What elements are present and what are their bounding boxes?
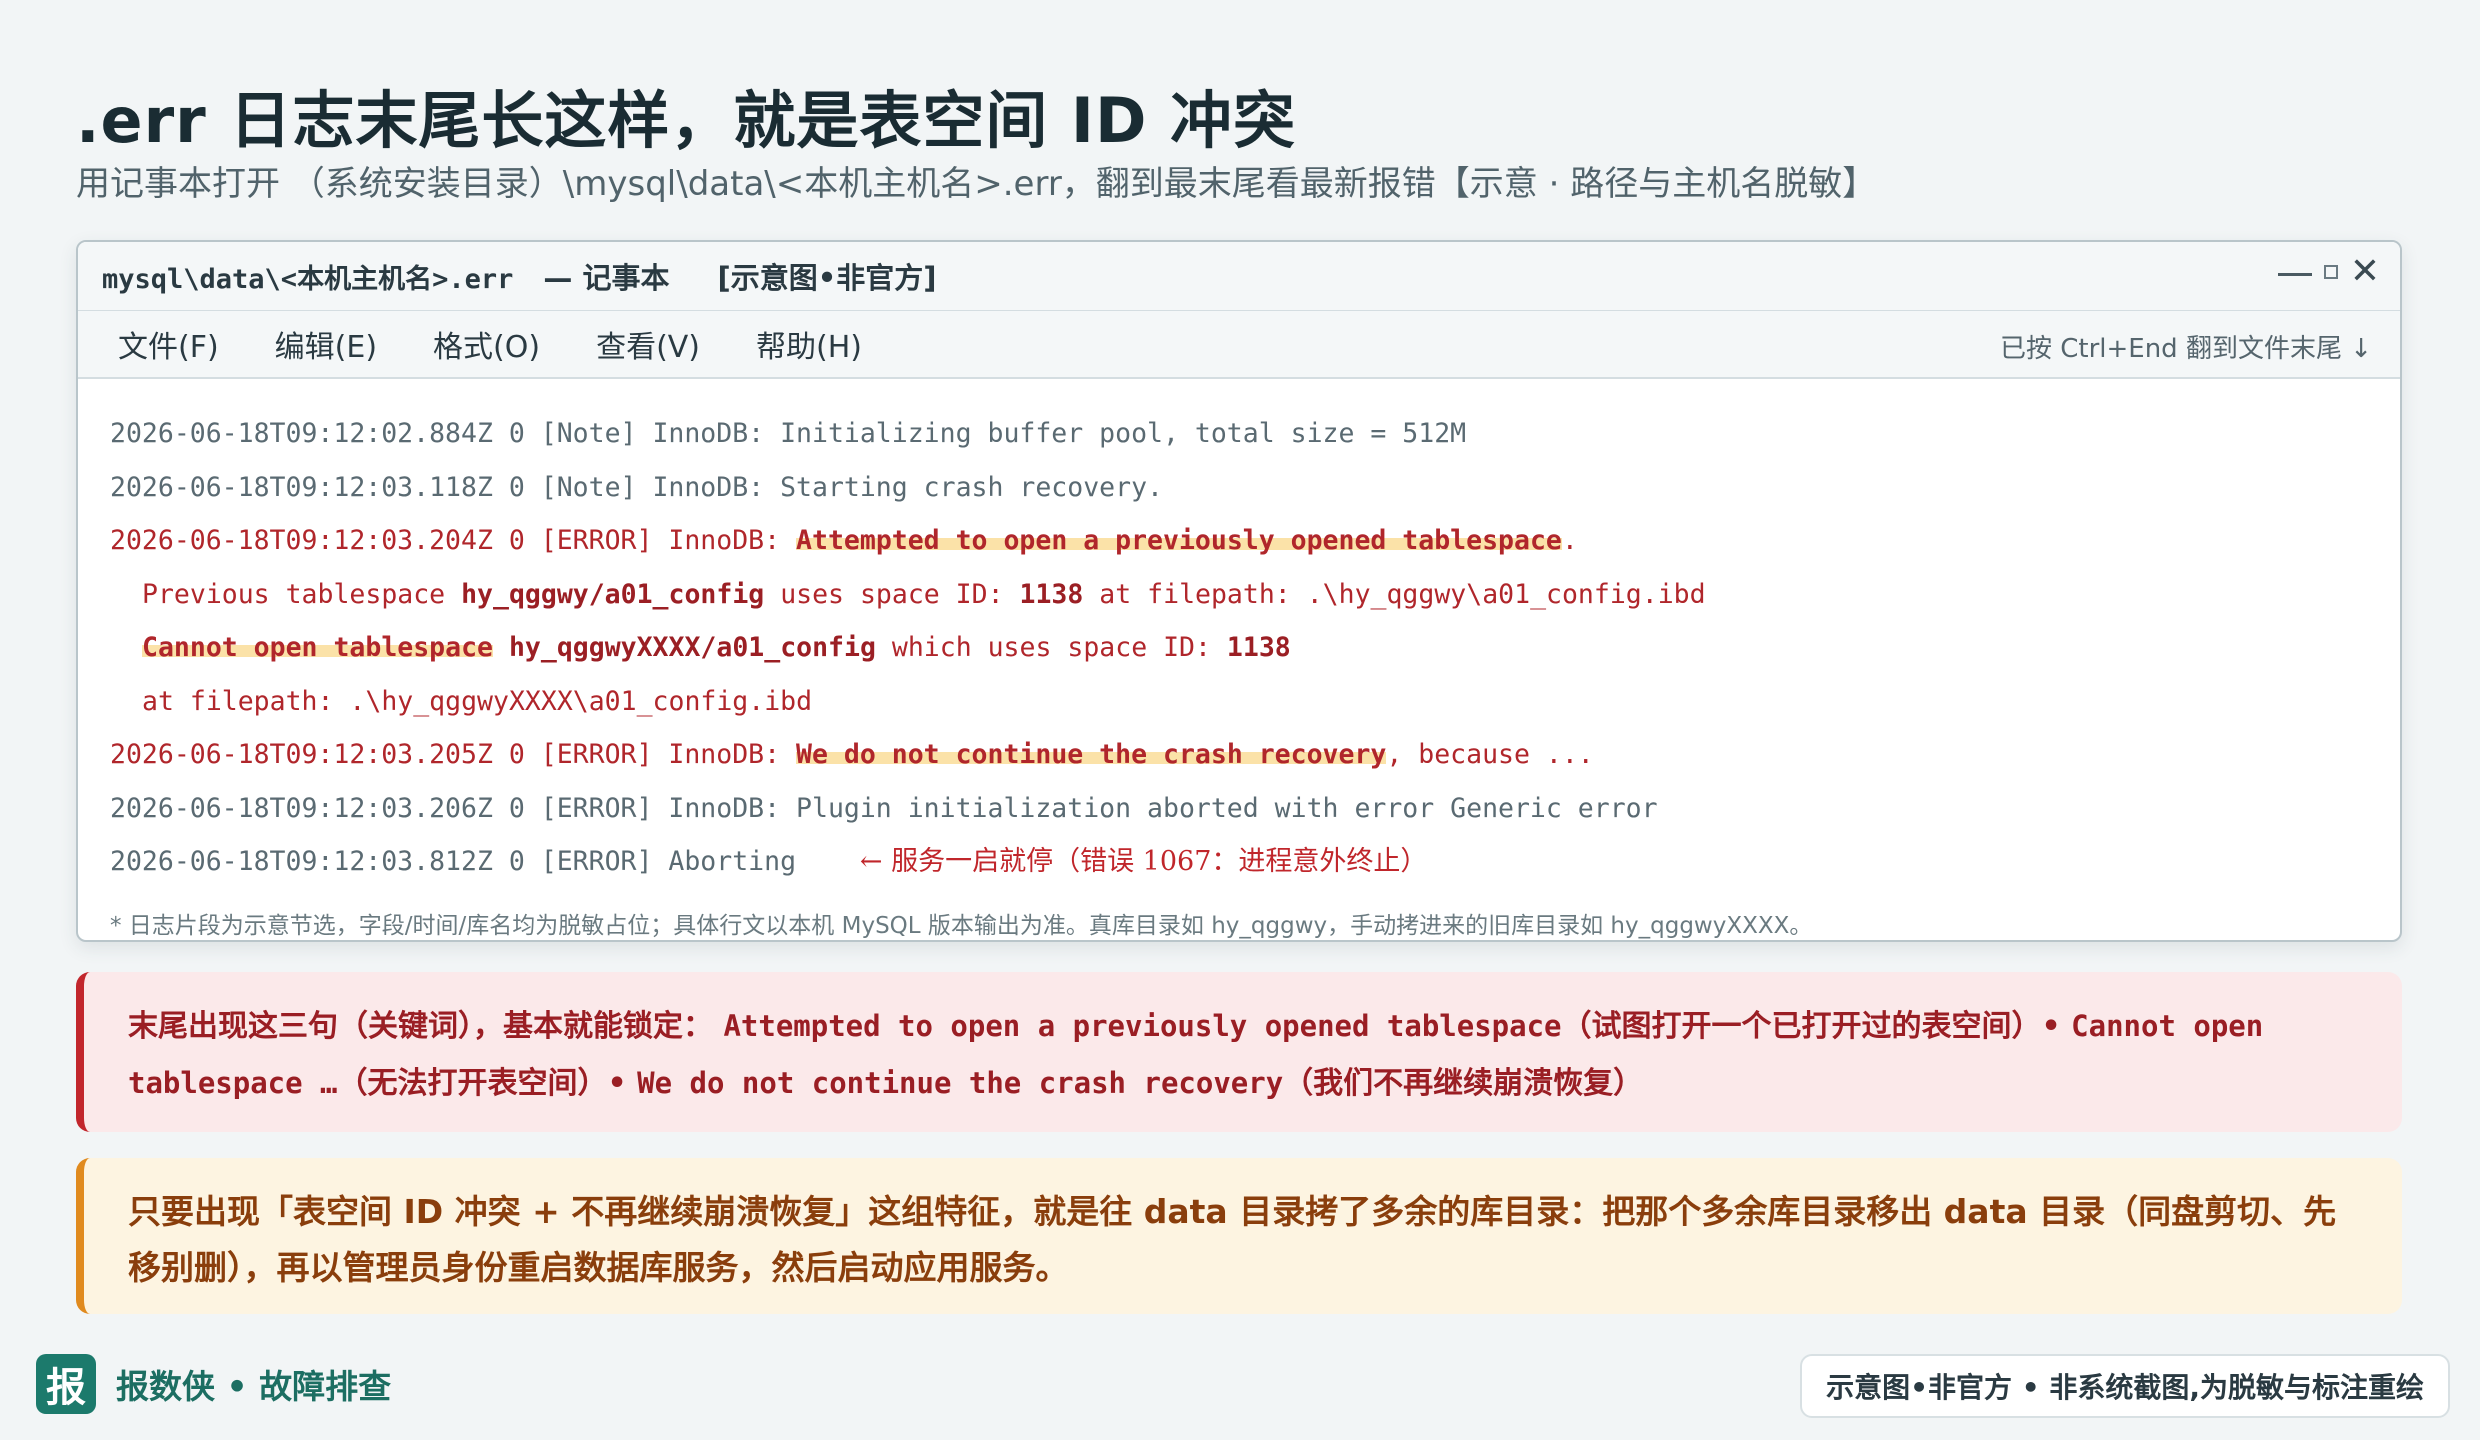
window-filename: mysql\data\<本机主机名>.err [102,263,514,295]
log-line: 2026-06-18T09:12:03.206Z 0 [ERROR] InnoD… [110,792,1658,824]
annotation-note: ← 服务一启就停（错误 1067：进程意外终止） [859,846,1428,877]
keyword-highlight: Attempted to open a previously opened ta… [796,525,1562,556]
keyword-highlight: Cannot open tablespace [142,632,493,663]
close-icon[interactable]: ✕ [2350,254,2380,290]
menu-edit[interactable]: 编辑(E) [275,322,377,366]
menu-hint: 已按 Ctrl+End 翻到文件末尾 ↓ [1999,334,2372,364]
brand: 报 报数侠 • 故障排查 [36,1354,391,1414]
log-line-error: Cannot open tablespace hy_qggwyXXXX/a01_… [142,632,1291,663]
log-line-error: 2026-06-18T09:12:03.205Z 0 [ERROR] InnoD… [110,739,1594,770]
keywords-callout: 末尾出现这三句（关键词），基本就能锁定： Attempted to open a… [76,972,2402,1132]
window-titlebar[interactable]: mysql\data\<本机主机名>.err — 记事本 [示意图•非官方] ✕ [78,242,2400,311]
footnote: * 日志片段为示意节选，字段/时间/库名均为脱敏占位；具体行文以本机 MySQL… [110,913,1813,939]
log-line: 2026-06-18T09:12:02.884Z 0 [Note] InnoDB… [110,418,1467,449]
menu-view[interactable]: 查看(V) [596,322,700,366]
fix-callout: 只要出现「表空间 ID 冲突 + 不再继续崩溃恢复」这组特征，就是往 data … [76,1158,2402,1314]
window-app-name: — 记事本 [543,261,670,295]
minimize-icon[interactable] [2277,272,2312,276]
menu-file[interactable]: 文件(F) [118,322,219,366]
menu-help[interactable]: 帮助(H) [756,322,862,366]
maximize-icon[interactable] [2323,265,2338,279]
page-subtitle: 用记事本打开 （系统安装目录）\mysql\data\<本机主机名>.err，翻… [76,164,1877,204]
log-line: 2026-06-18T09:12:03.118Z 0 [Note] InnoDB… [110,471,1163,503]
brand-name: 报数侠 • 故障排查 [116,1367,392,1406]
notepad-window: mysql\data\<本机主机名>.err — 记事本 [示意图•非官方] ✕… [76,240,2402,942]
log-line-error: at filepath: .\hy_qggwyXXXX\a01_config.i… [142,685,813,717]
keyword-highlight: We do not continue the crash recovery [796,739,1387,770]
log-line-error: Previous tablespace hy_qggwy/a01_config … [142,578,1706,610]
window-tag: [示意图•非官方] [717,261,937,295]
brand-logo: 报 [36,1354,96,1414]
page-title: .err 日志末尾长这样，就是表空间 ID 冲突 [76,84,1297,157]
log-text-area[interactable]: 2026-06-18T09:12:02.884Z 0 [Note] InnoDB… [78,379,2400,889]
window-controls: ✕ [2277,254,2380,290]
log-line-error: 2026-06-18T09:12:03.204Z 0 [ERROR] InnoD… [110,525,1578,556]
log-line: 2026-06-18T09:12:03.812Z 0 [ERROR] Abort… [110,846,1428,877]
menu-bar: 文件(F) 编辑(E) 格式(O) 查看(V) 帮助(H) 已按 Ctrl+En… [78,311,2400,379]
menu-format[interactable]: 格式(O) [433,322,540,366]
disclaimer-badge: 示意图•非官方 • 非系统截图,为脱敏与标注重绘 [1800,1354,2450,1418]
